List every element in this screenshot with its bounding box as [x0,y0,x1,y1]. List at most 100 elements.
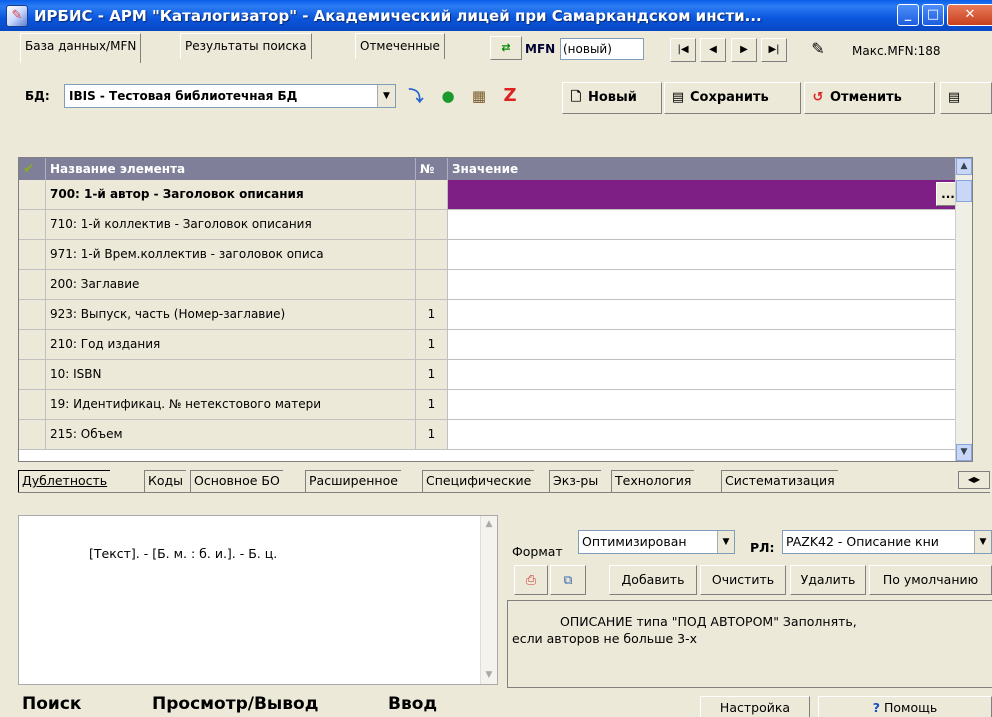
header-element-name[interactable]: Название элемента [46,158,416,180]
mfn-input[interactable]: (новый) [560,38,644,60]
description-line: ОПИСАНИЕ типа "ПОД АВТОРОМ" Заполнять, [560,614,857,629]
tab-systematization[interactable]: Систематизация [721,470,838,492]
rl-select[interactable]: PAZK42 - Описание кни ▼ [782,530,992,554]
row-num: 1 [416,390,448,420]
grid-scrollbar[interactable]: ▲ ▼ [955,158,972,461]
row-name[interactable]: 971: 1-й Врем.коллектив - заголовок опис… [46,240,416,270]
row-name[interactable]: 19: Идентификац. № нетекстового матери [46,390,416,420]
row-value[interactable] [448,180,972,210]
save-button[interactable]: ▤ Сохранить [664,82,801,114]
scroll-up-icon[interactable]: ▲ [956,158,972,175]
jump-mfn-icon[interactable]: ✎ [805,38,831,62]
first-record-icon[interactable]: |◀ [670,38,696,62]
tab-input[interactable]: Ввод [384,692,442,717]
tab-extended[interactable]: Расширенное [305,470,401,492]
table-row[interactable]: 10: ISBN 1 [19,360,972,390]
copy-icon[interactable]: ⧉ [550,565,586,595]
record-grid[interactable]: ✔ Название элемента № Значение 700: 1-й … [18,157,973,462]
table-row[interactable]: 215: Объем 1 [19,420,972,450]
row-value[interactable] [448,300,972,330]
tab-database-mfn[interactable]: База данных/MFN [20,33,142,63]
scroll-down-icon[interactable]: ▼ [956,444,972,461]
tabs-scroll-icon[interactable]: ◀▶ [958,471,990,489]
dictionary-icon[interactable]: ▦ [465,83,493,111]
add-button[interactable]: Добавить [609,565,697,595]
tab-doublets[interactable]: Дублетность [18,470,111,492]
scroll-up-icon[interactable]: ▲ [481,516,497,533]
rl-selected: PAZK42 - Описание кни [786,534,939,549]
minimize-button[interactable]: _ [897,4,919,26]
row-value[interactable] [448,270,972,300]
format-select[interactable]: Оптимизирован ▼ [578,530,735,554]
extra-action-button[interactable]: ▤ [940,82,992,114]
window-title: ИРБИС - АРМ "Каталогизатор" - Академичес… [34,6,762,25]
row-name[interactable]: 215: Объем [46,420,416,450]
header-num[interactable]: № [416,158,448,180]
title-bar: ✎ ИРБИС - АРМ "Каталогизатор" - Академич… [0,0,992,31]
worksheet-description: ОПИСАНИЕ типа "ПОД АВТОРОМ" Заполнять, е… [507,600,992,688]
row-value[interactable] [448,390,972,420]
table-row[interactable]: 700: 1-й автор - Заголовок описания ... [19,180,972,210]
table-row[interactable]: 710: 1-й коллектив - Заголовок описания [19,210,972,240]
tab-marked[interactable]: Отмеченные [355,33,445,59]
tab-search-results[interactable]: Результаты поиска [180,33,312,59]
globe-icon[interactable]: ● [434,83,462,111]
scroll-down-icon[interactable]: ▼ [481,667,497,684]
table-row[interactable]: 19: Идентификац. № нетекстового матери 1 [19,390,972,420]
row-name[interactable]: 210: Год издания [46,330,416,360]
tab-copies[interactable]: Экз-ры [549,470,602,492]
row-name[interactable]: 10: ISBN [46,360,416,390]
row-name[interactable]: 710: 1-й коллектив - Заголовок описания [46,210,416,240]
row-num: 1 [416,420,448,450]
last-record-icon[interactable]: ▶| [761,38,787,62]
mfn-label: MFN [525,42,556,56]
chevron-down-icon[interactable]: ▼ [717,531,734,553]
format-label: Формат [512,544,563,559]
close-button[interactable]: ✕ [947,4,992,26]
row-value[interactable] [448,420,972,450]
new-button[interactable]: 🗋 Новый [562,82,662,114]
top-toolbar: База данных/MFN Результаты поиска Отмече… [0,33,992,75]
chevron-down-icon[interactable]: ▼ [974,531,991,553]
table-row[interactable]: 923: Выпуск, часть (Номер-заглавие) 1 [19,300,972,330]
row-value[interactable] [448,330,972,360]
db-select[interactable]: IBIS - Тестовая библиотечная БД ▼ [64,84,396,108]
cancel-button[interactable]: ↺ Отменить [804,82,935,114]
tab-technology[interactable]: Технология [611,470,695,492]
header-value[interactable]: Значение [448,158,972,180]
import-icon[interactable]: ⤵ [402,83,430,111]
scroll-thumb[interactable] [956,180,972,202]
row-value[interactable] [448,210,972,240]
row-value[interactable] [448,240,972,270]
description-line: если авторов не больше 3-х [512,631,698,646]
row-name[interactable]: 700: 1-й автор - Заголовок описания [46,180,416,210]
tab-view-output[interactable]: Просмотр/Вывод [148,692,322,717]
row-name[interactable]: 923: Выпуск, часть (Номер-заглавие) [46,300,416,330]
row-value[interactable] [448,360,972,390]
settings-button[interactable]: Настройка [700,696,810,717]
tab-search[interactable]: Поиск [18,692,85,717]
clear-button[interactable]: Очистить [700,565,786,595]
table-row[interactable]: 210: Год издания 1 [19,330,972,360]
tab-main-bo[interactable]: Основное БО [190,470,283,492]
tab-specific[interactable]: Специфические [422,470,535,492]
preview-scrollbar[interactable]: ▲ ▼ [480,516,497,684]
tab-codes[interactable]: Коды [144,470,187,492]
preview-text: [Текст]. - [Б. м. : б. и.]. - Б. ц. [89,546,278,561]
row-num [416,240,448,270]
help-button[interactable]: ? Помощь [818,696,992,717]
row-num: 1 [416,360,448,390]
table-row[interactable]: 971: 1-й Врем.коллектив - заголовок опис… [19,240,972,270]
next-record-icon[interactable]: ▶ [731,38,757,62]
row-num: 1 [416,300,448,330]
prev-record-icon[interactable]: ◀ [700,38,726,62]
row-name[interactable]: 200: Заглавие [46,270,416,300]
chevron-down-icon[interactable]: ▼ [377,85,395,107]
switch-mode-icon[interactable]: ⇄ [490,36,522,60]
delete-button[interactable]: Удалить [790,565,866,595]
default-button[interactable]: По умолчанию [869,565,992,595]
maximize-button[interactable]: □ [922,4,944,26]
print-icon[interactable]: ⎙ [514,565,548,595]
table-row[interactable]: 200: Заглавие [19,270,972,300]
z3950-icon[interactable]: Z [496,83,524,111]
